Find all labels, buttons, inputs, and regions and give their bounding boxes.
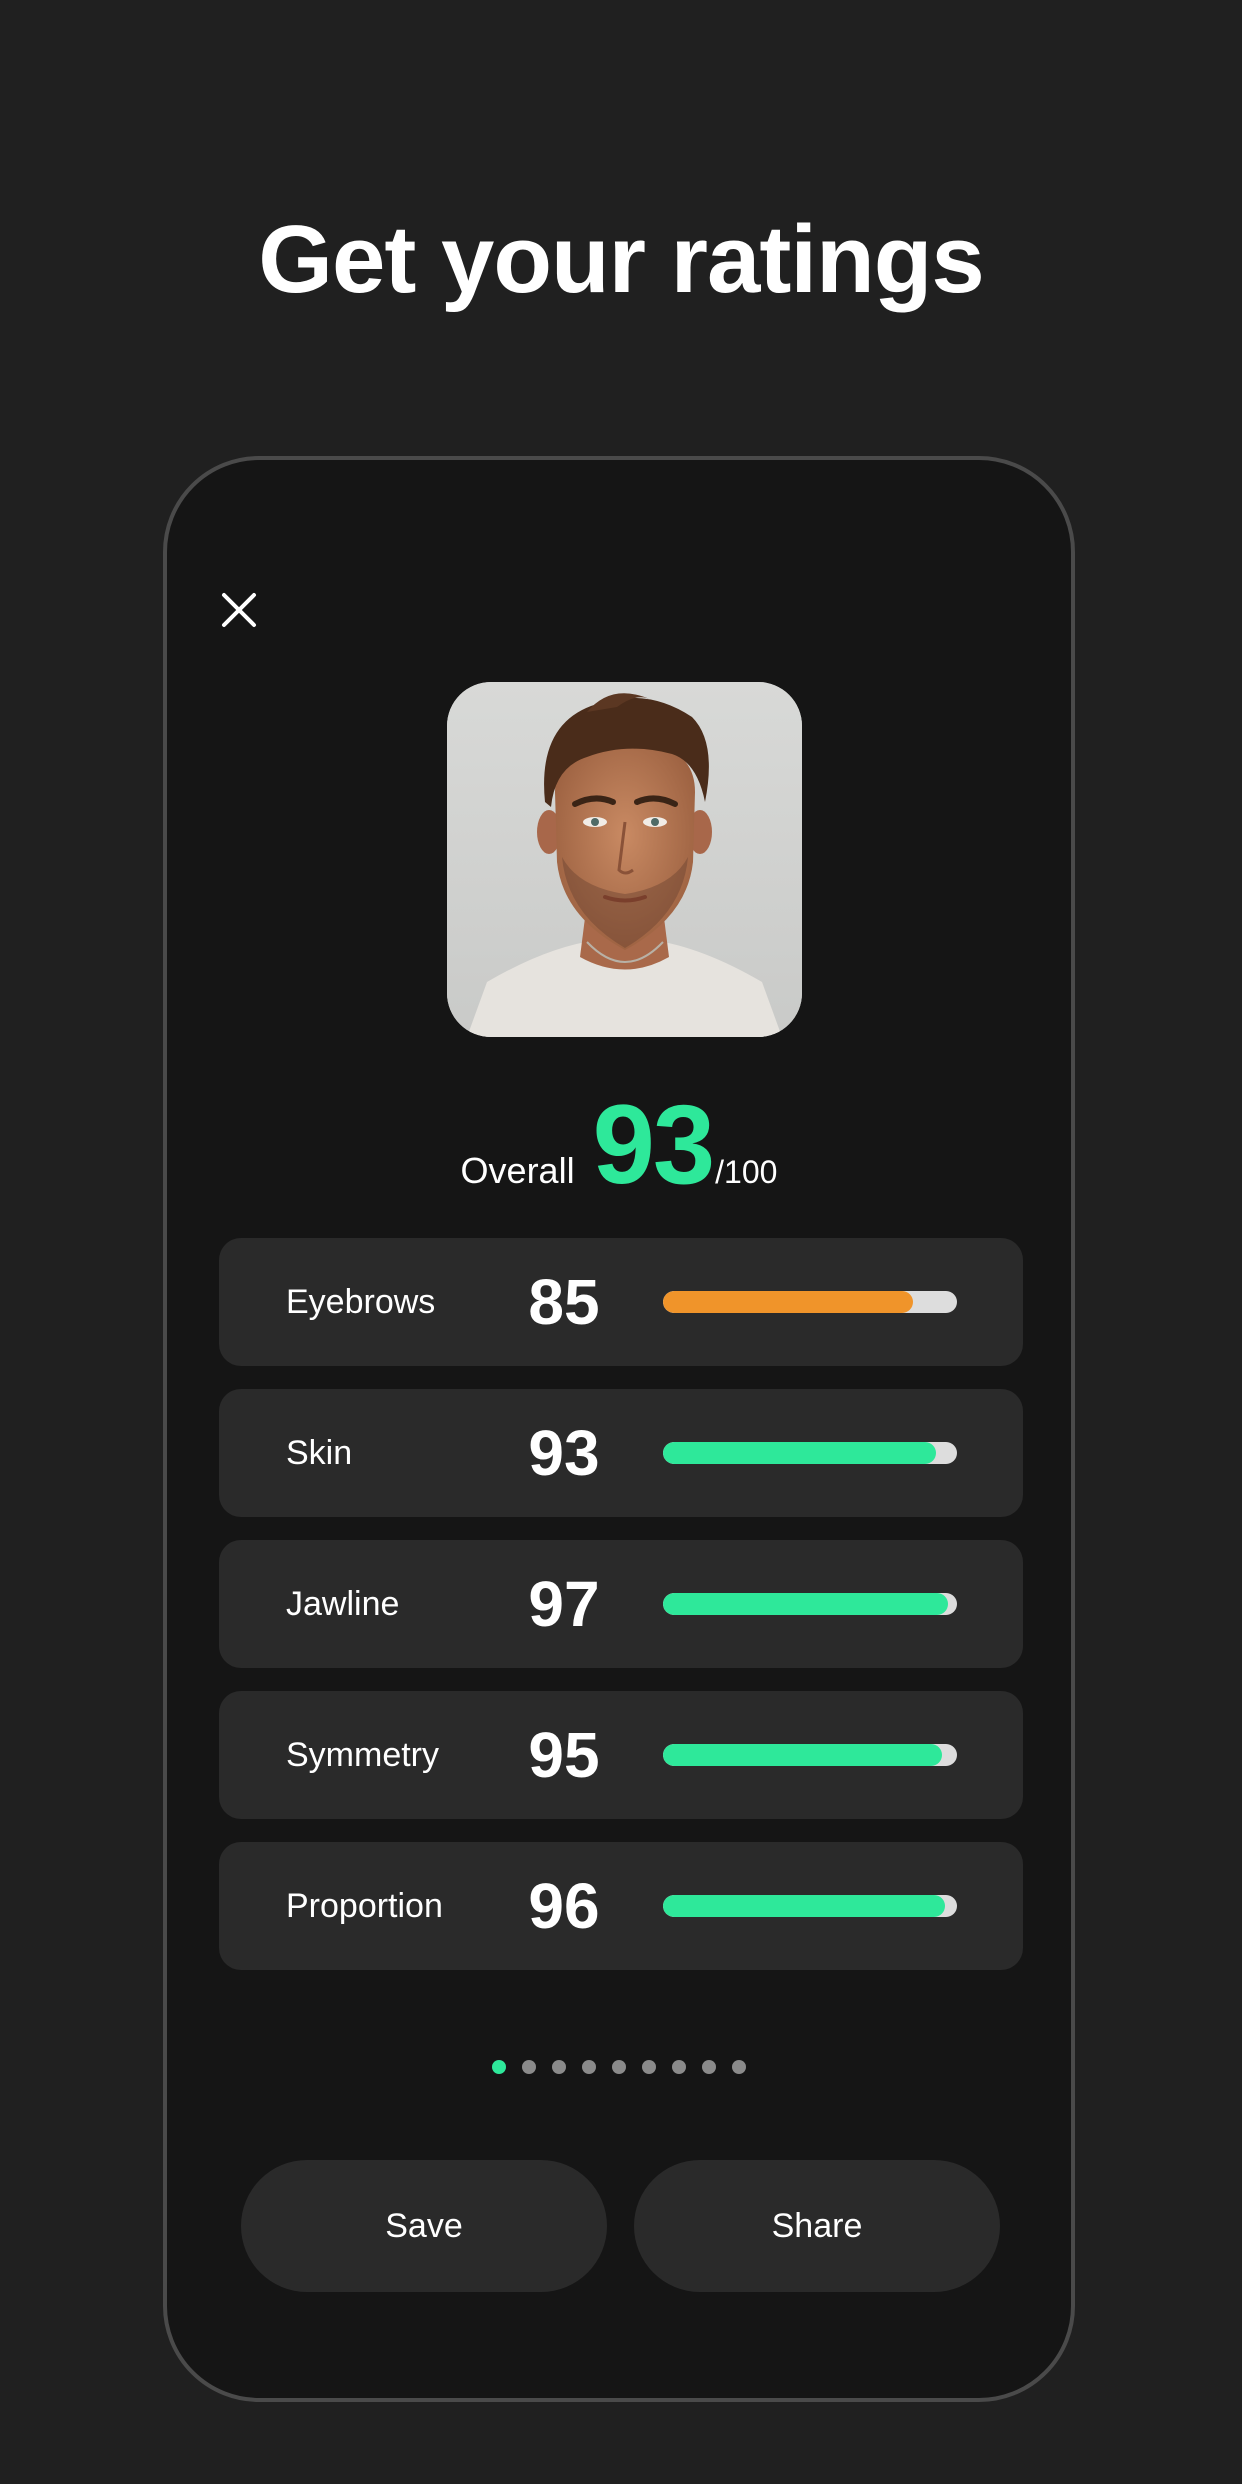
pagination-dot[interactable] [582,2060,596,2074]
rating-row-eyebrows: Eyebrows 85 [219,1238,1023,1366]
rating-value: 85 [528,1266,600,1338]
rating-name: Symmetry [286,1736,439,1774]
pagination-dot[interactable] [552,2060,566,2074]
rating-bar-track [663,1291,957,1313]
rating-bar-fill [663,1291,913,1313]
rating-bar-track [663,1593,957,1615]
rating-value: 97 [528,1568,600,1640]
rating-row-jawline: Jawline 97 [219,1540,1023,1668]
pagination-dot[interactable] [612,2060,626,2074]
portrait-photo [447,682,802,1037]
overall-score-max: /100 [715,1154,778,1190]
rating-value: 93 [528,1417,600,1489]
rating-bar-fill [663,1744,943,1766]
rating-value: 96 [528,1870,600,1942]
rating-bar-track [663,1895,957,1917]
rating-name: Eyebrows [286,1283,436,1321]
rating-row-skin: Skin 93 [219,1389,1023,1517]
rating-name: Skin [286,1434,353,1472]
rating-bar-fill [663,1442,937,1464]
overall-label: Overall [460,1150,575,1191]
rating-row-proportion: Proportion 96 [219,1842,1023,1970]
rating-bar-fill [663,1593,949,1615]
pagination-dot[interactable] [702,2060,716,2074]
rating-bar-track [663,1744,957,1766]
pagination-dots [167,2060,1071,2074]
ratings-list: Eyebrows 85 Skin 93 Jawline 97 Symmetry … [219,1238,1023,1993]
rating-value: 95 [528,1719,600,1791]
rating-row-symmetry: Symmetry 95 [219,1691,1023,1819]
pagination-dot[interactable] [642,2060,656,2074]
rating-bar-track [663,1442,957,1464]
phone-frame: Overall 93/100 Eyebrows 85 Skin 93 Jawlin… [163,456,1075,2402]
pagination-dot[interactable] [672,2060,686,2074]
pagination-dot[interactable] [522,2060,536,2074]
save-button[interactable]: Save [241,2160,607,2292]
close-icon[interactable] [219,590,259,630]
rating-name: Proportion [286,1887,443,1925]
screen: Get your ratings Overall 93/100 Eyebrows… [0,0,1242,2484]
headline: Get your ratings [258,206,984,313]
pagination-dot[interactable] [732,2060,746,2074]
pagination-dot[interactable] [492,2060,506,2074]
overall-score-value: 93 [592,1082,716,1207]
overall-score: Overall 93/100 [167,1080,1071,1210]
rating-bar-fill [663,1895,946,1917]
rating-name: Jawline [286,1585,400,1623]
share-button[interactable]: Share [634,2160,1000,2292]
